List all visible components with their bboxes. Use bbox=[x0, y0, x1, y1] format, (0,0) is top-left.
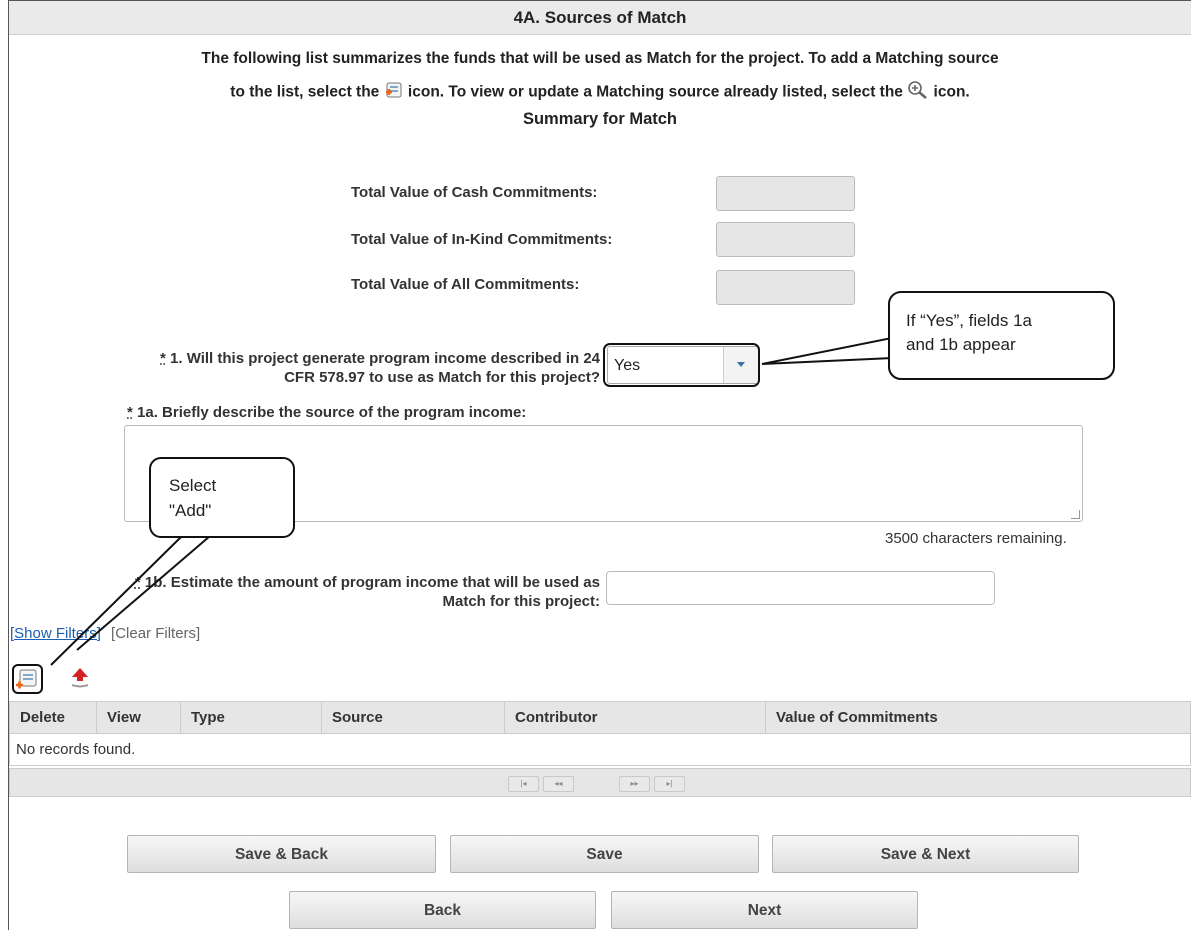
save-next-button[interactable]: Save & Next bbox=[772, 835, 1079, 873]
column-type[interactable]: Type bbox=[180, 701, 322, 734]
column-value-of-commitments[interactable]: Value of Commitments bbox=[765, 701, 1191, 734]
page-title: 4A. Sources of Match bbox=[9, 1, 1191, 35]
required-marker: * bbox=[134, 574, 141, 591]
q1-text-line2: CFR 578.97 to use as Match for this proj… bbox=[284, 369, 600, 386]
intro-line-1: The following list summarizes the funds … bbox=[201, 50, 999, 67]
add-record-button[interactable] bbox=[12, 664, 43, 694]
q1b-text-line2: Match for this project: bbox=[442, 593, 600, 610]
show-filters-link[interactable]: [Show Filters] bbox=[10, 625, 101, 642]
q1a-text: 1a. Briefly describe the source of the p… bbox=[137, 404, 527, 421]
q1-label: * 1. Will this project generate program … bbox=[40, 349, 600, 387]
match-sources-table: Delete View Type Source Contributor Valu… bbox=[9, 701, 1191, 766]
prev-page-button[interactable]: ◂◂ bbox=[543, 776, 574, 792]
callout-text-line2: and 1b appear bbox=[906, 335, 1016, 354]
summary-title: Summary for Match bbox=[522, 110, 678, 128]
intro-text-a: to the list, select the bbox=[230, 83, 380, 101]
q1-text-line1: 1. Will this project generate program in… bbox=[170, 350, 600, 367]
inkind-commitments-field bbox=[716, 222, 855, 257]
save-button[interactable]: Save bbox=[450, 835, 759, 873]
resize-handle-icon[interactable] bbox=[1071, 510, 1080, 519]
column-delete[interactable]: Delete bbox=[9, 701, 97, 734]
next-button[interactable]: Next bbox=[611, 891, 918, 929]
all-commitments-field bbox=[716, 270, 855, 305]
export-button[interactable] bbox=[68, 665, 92, 689]
select-highlight-box bbox=[603, 343, 760, 387]
column-contributor[interactable]: Contributor bbox=[504, 701, 766, 734]
column-view[interactable]: View bbox=[96, 701, 181, 734]
table-row: No records found. bbox=[9, 733, 1191, 766]
inkind-commitments-label: Total Value of In-Kind Commitments: bbox=[351, 231, 613, 248]
back-button[interactable]: Back bbox=[289, 891, 596, 929]
q1b-label: * 1b. Estimate the amount of program inc… bbox=[20, 573, 600, 611]
callout-text-line1: Select bbox=[169, 476, 217, 495]
intro-text-c: icon. bbox=[933, 83, 970, 101]
empty-message: No records found. bbox=[9, 733, 1191, 766]
required-marker: * bbox=[160, 350, 166, 367]
cash-commitments-label: Total Value of Cash Commitments: bbox=[351, 184, 598, 201]
add-record-icon bbox=[384, 80, 404, 105]
cash-commitments-field bbox=[716, 176, 855, 211]
intro-line-2: to the list, select the icon. To view or… bbox=[9, 80, 1191, 105]
first-page-button[interactable]: |◂ bbox=[508, 776, 539, 792]
clear-filters-link[interactable]: [Clear Filters] bbox=[111, 625, 200, 642]
pagination-bar: |◂ ◂◂ ▸▸ ▸| bbox=[9, 768, 1191, 797]
select-add-callout: Select "Add" bbox=[149, 457, 295, 538]
filters-bar: [Show Filters] [Clear Filters] bbox=[10, 625, 200, 642]
last-page-button[interactable]: ▸| bbox=[654, 776, 685, 792]
q1b-text-line1: 1b. Estimate the amount of program incom… bbox=[144, 574, 600, 591]
yes-fields-callout: If “Yes”, fields 1a and 1b appear bbox=[888, 291, 1115, 380]
intro-text-b: icon. To view or update a Matching sourc… bbox=[407, 83, 903, 101]
all-commitments-label: Total Value of All Commitments: bbox=[351, 276, 580, 293]
table-header-row: Delete View Type Source Contributor Valu… bbox=[9, 701, 1191, 734]
q1a-label: * 1a. Briefly describe the source of the… bbox=[127, 403, 526, 422]
column-source[interactable]: Source bbox=[321, 701, 505, 734]
characters-remaining: 3500 characters remaining. bbox=[885, 530, 1067, 547]
add-record-icon bbox=[16, 669, 37, 689]
save-back-button[interactable]: Save & Back bbox=[127, 835, 436, 873]
callout-text-line2: "Add" bbox=[169, 501, 212, 520]
magnifier-plus-icon bbox=[907, 80, 929, 105]
next-page-button[interactable]: ▸▸ bbox=[619, 776, 650, 792]
callout-text-line1: If “Yes”, fields 1a bbox=[906, 311, 1032, 330]
program-income-amount-input[interactable] bbox=[606, 571, 995, 605]
upload-icon bbox=[71, 668, 89, 688]
required-marker: * bbox=[127, 404, 133, 421]
